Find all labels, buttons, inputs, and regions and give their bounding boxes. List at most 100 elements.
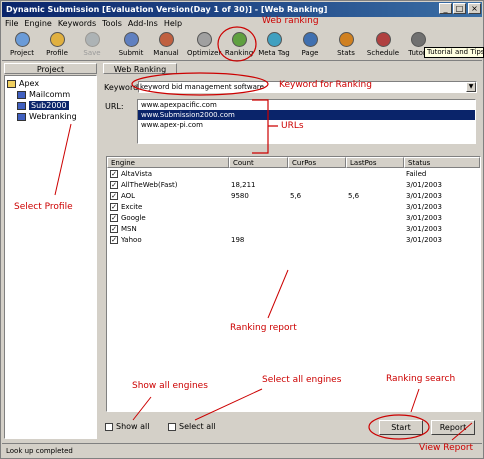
menu-keywords[interactable]: Keywords bbox=[55, 18, 99, 29]
tree-node-sub2000[interactable]: Sub2000 bbox=[17, 101, 69, 111]
annotation-select-profile: Select Profile bbox=[14, 202, 73, 212]
status-cell: 3/01/2003 bbox=[406, 236, 442, 244]
engine-checkbox[interactable]: ✓ bbox=[110, 170, 118, 178]
tree-node-apex[interactable]: Apex bbox=[7, 79, 39, 89]
column-header-lastpos[interactable]: LastPos bbox=[346, 157, 404, 168]
start-button[interactable]: Start bbox=[379, 420, 423, 435]
ranking-button[interactable]: Ranking bbox=[222, 31, 256, 61]
report-button[interactable]: Report bbox=[431, 420, 475, 435]
engine-name: AOL bbox=[121, 192, 136, 200]
engine-name: AllTheWeb(Fast) bbox=[121, 181, 178, 189]
optimizer-button[interactable]: Optimizer bbox=[187, 31, 221, 61]
annotation-keyword: Keyword for Ranking bbox=[279, 80, 372, 90]
url-label: URL: bbox=[105, 102, 124, 111]
profile-button[interactable]: Profile bbox=[40, 31, 74, 61]
count-cell: 18,211 bbox=[231, 181, 256, 189]
status-cell: 3/01/2003 bbox=[406, 214, 442, 222]
page-button[interactable]: Page bbox=[293, 31, 327, 61]
engine-checkbox[interactable]: ✓ bbox=[110, 225, 118, 233]
menu-bar: File Engine Keywords Tools Add-Ins Help bbox=[2, 18, 482, 29]
table-row[interactable]: ✓ Google 3/01/2003 bbox=[107, 213, 480, 224]
table-row[interactable]: ✓ AltaVista Failed bbox=[107, 169, 480, 180]
menu-help[interactable]: Help bbox=[161, 18, 185, 29]
manual-button[interactable]: Manual bbox=[149, 31, 183, 61]
tutorial-icon bbox=[410, 32, 426, 47]
maximize-button[interactable]: □ bbox=[453, 3, 466, 14]
stats-icon bbox=[338, 32, 354, 47]
annotation-web-ranking: Web ranking bbox=[262, 16, 319, 26]
engine-checkbox[interactable]: ✓ bbox=[110, 192, 118, 200]
table-row[interactable]: ✓ AllTheWeb(Fast) 18,211 3/01/2003 bbox=[107, 180, 480, 191]
annotation-select-all: Select all engines bbox=[262, 375, 342, 385]
engine-name: Google bbox=[121, 214, 146, 222]
curpos-cell: 5,6 bbox=[290, 192, 302, 200]
project-tree: Apex Mailcomm Sub2000 Webranking bbox=[4, 75, 97, 439]
url-list[interactable]: www.apexpacific.com www.Submission2000.c… bbox=[137, 99, 476, 144]
menu-tools[interactable]: Tools bbox=[99, 18, 125, 29]
engine-name: AltaVista bbox=[121, 170, 153, 178]
optimizer-icon bbox=[196, 32, 212, 47]
select-all-label: Select all bbox=[179, 422, 216, 431]
status-cell: 3/01/2003 bbox=[406, 181, 442, 189]
menu-file[interactable]: File bbox=[2, 18, 21, 29]
show-all-label: Show all bbox=[116, 422, 150, 431]
keyword-label: Keyword: bbox=[104, 83, 141, 92]
project-pane-header: Project bbox=[4, 63, 97, 74]
url-item[interactable]: www.Submission2000.com bbox=[138, 110, 475, 120]
submit-button[interactable]: Submit bbox=[114, 31, 148, 61]
engine-name: Excite bbox=[121, 203, 143, 211]
table-row[interactable]: ✓ Excite 3/01/2003 bbox=[107, 202, 480, 213]
web-ranking-tab[interactable]: Web Ranking bbox=[103, 63, 177, 74]
title-bar: Dynamic Submission [Evaluation Version(D… bbox=[2, 2, 482, 17]
engine-checkbox[interactable]: ✓ bbox=[110, 236, 118, 244]
engine-checkbox[interactable]: ✓ bbox=[110, 203, 118, 211]
table-row[interactable]: ✓ Yahoo 198 3/01/2003 bbox=[107, 235, 480, 246]
toolbar: Project Profile Save Submit Manual Optim… bbox=[2, 29, 482, 61]
table-row[interactable]: ✓ MSN 3/01/2003 bbox=[107, 224, 480, 235]
minimize-button[interactable]: _ bbox=[439, 3, 452, 14]
column-header-status[interactable]: Status bbox=[404, 157, 480, 168]
meta-tag-icon bbox=[266, 32, 282, 47]
meta-tag-button[interactable]: Meta Tag bbox=[257, 31, 291, 61]
close-button[interactable]: × bbox=[468, 3, 481, 14]
column-header-count[interactable]: Count bbox=[229, 157, 288, 168]
url-item[interactable]: www.apexpacific.com bbox=[138, 100, 475, 110]
chevron-down-icon[interactable]: ▼ bbox=[466, 82, 476, 92]
select-all-checkbox[interactable] bbox=[168, 423, 176, 431]
url-item[interactable]: www.apex-pi.com bbox=[138, 120, 475, 130]
schedule-button[interactable]: Schedule bbox=[366, 31, 400, 61]
column-header-engine[interactable]: Engine bbox=[107, 157, 229, 168]
status-cell: Failed bbox=[406, 170, 427, 178]
engine-checkbox[interactable]: ✓ bbox=[110, 214, 118, 222]
engine-name: MSN bbox=[121, 225, 137, 233]
stats-button[interactable]: Stats bbox=[329, 31, 363, 61]
profile-icon bbox=[17, 91, 26, 99]
profile-icon bbox=[49, 32, 65, 47]
profile-icon bbox=[17, 113, 26, 121]
submit-icon bbox=[123, 32, 139, 47]
annotation-ranking-report: Ranking report bbox=[230, 323, 297, 333]
save-button[interactable]: Save bbox=[75, 31, 109, 61]
ranking-icon bbox=[231, 32, 247, 47]
menu-add-ins[interactable]: Add-Ins bbox=[125, 18, 161, 29]
page-icon bbox=[302, 32, 318, 47]
annotation-view-report: View Report bbox=[419, 443, 474, 453]
annotation-show-all: Show all engines bbox=[132, 381, 208, 391]
count-cell: 9580 bbox=[231, 192, 249, 200]
tree-node-webranking[interactable]: Webranking bbox=[17, 112, 77, 122]
schedule-icon bbox=[375, 32, 391, 47]
project-button[interactable]: Project bbox=[5, 31, 39, 61]
menu-engine[interactable]: Engine bbox=[21, 18, 54, 29]
profile-icon bbox=[17, 102, 26, 110]
status-cell: 3/01/2003 bbox=[406, 225, 442, 233]
engine-checkbox[interactable]: ✓ bbox=[110, 181, 118, 189]
show-all-checkbox[interactable] bbox=[105, 423, 113, 431]
project-icon bbox=[14, 32, 30, 47]
window-title: Dynamic Submission [Evaluation Version(D… bbox=[6, 5, 328, 14]
tooltip: Tutorial and Tips bbox=[424, 47, 484, 58]
column-header-curpos[interactable]: CurPos bbox=[288, 157, 346, 168]
annotation-urls: URLs bbox=[281, 121, 304, 131]
table-row[interactable]: ✓ AOL 9580 5,6 5,6 3/01/2003 bbox=[107, 191, 480, 202]
tree-node-mailcomm[interactable]: Mailcomm bbox=[17, 90, 70, 100]
count-cell: 198 bbox=[231, 236, 245, 244]
